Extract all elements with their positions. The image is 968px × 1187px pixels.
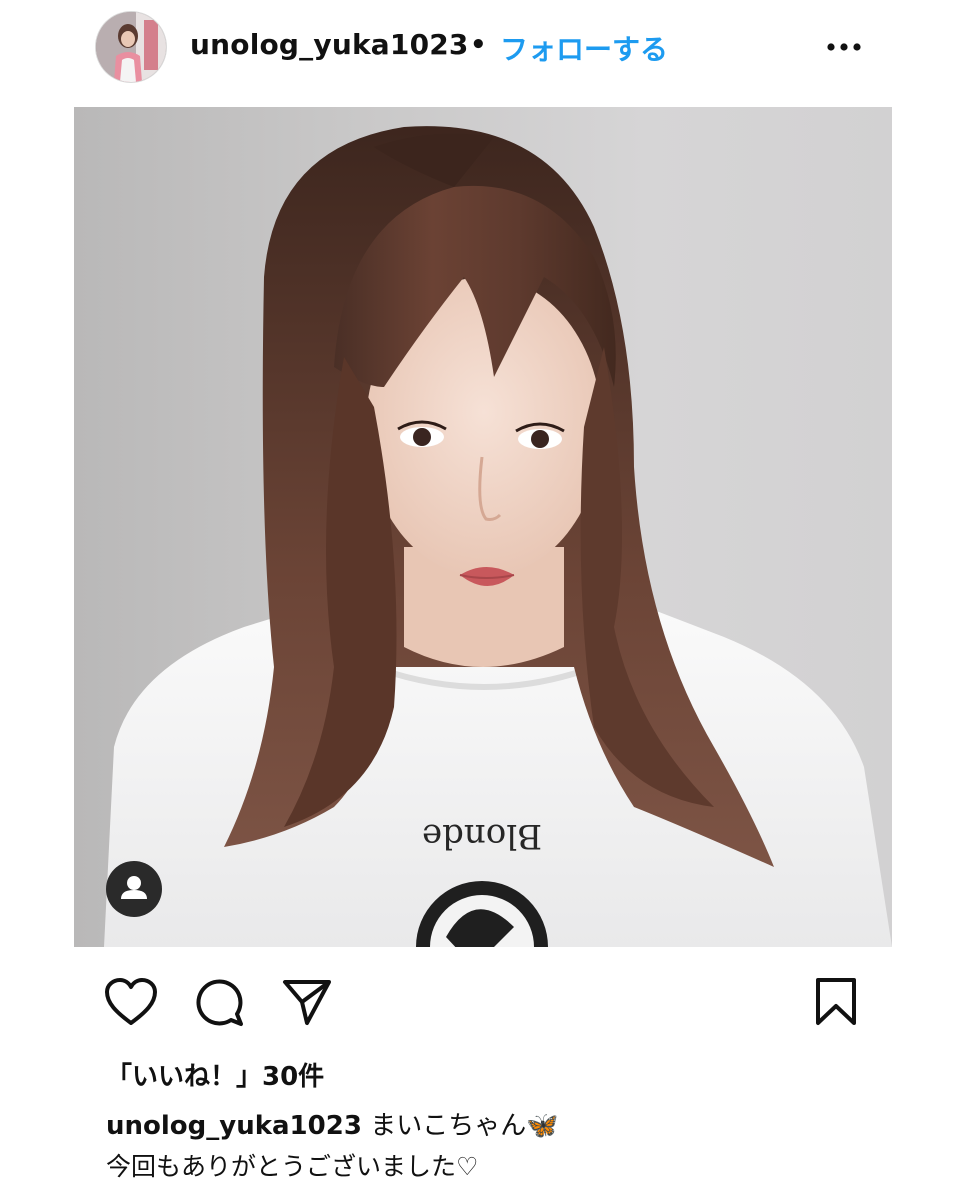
bookmark-icon[interactable] [814, 977, 858, 1027]
header-username[interactable]: unolog_yuka1023 [190, 28, 469, 61]
likes-count[interactable]: 「いいね！」30件 [106, 1056, 324, 1093]
user-tag-icon[interactable] [106, 861, 162, 917]
svg-text:Blonde: Blonde [422, 816, 542, 856]
follow-button[interactable]: フォローする [500, 28, 668, 68]
caption-line-1: unolog_yuka1023 まいこちゃん🦋 [106, 1105, 559, 1142]
header-separator-dot: • [470, 30, 487, 60]
post-header: unolog_yuka1023 • フォローする [0, 0, 968, 100]
heart-icon[interactable] [104, 977, 158, 1027]
profile-avatar[interactable] [96, 12, 166, 82]
portrait-illustration: Blonde [104, 126, 892, 947]
avatar-image [96, 12, 166, 82]
paper-plane-icon[interactable] [282, 978, 332, 1026]
comment-bubble-icon[interactable] [193, 976, 245, 1028]
post-photo[interactable]: Blonde [74, 107, 892, 947]
more-options-icon[interactable] [824, 34, 864, 60]
caption-text: まいこちゃん🦋 [361, 1111, 559, 1141]
caption-line-2: 今回もありがとうございました♡ [106, 1152, 479, 1181]
caption-username[interactable]: unolog_yuka1023 [106, 1111, 362, 1141]
